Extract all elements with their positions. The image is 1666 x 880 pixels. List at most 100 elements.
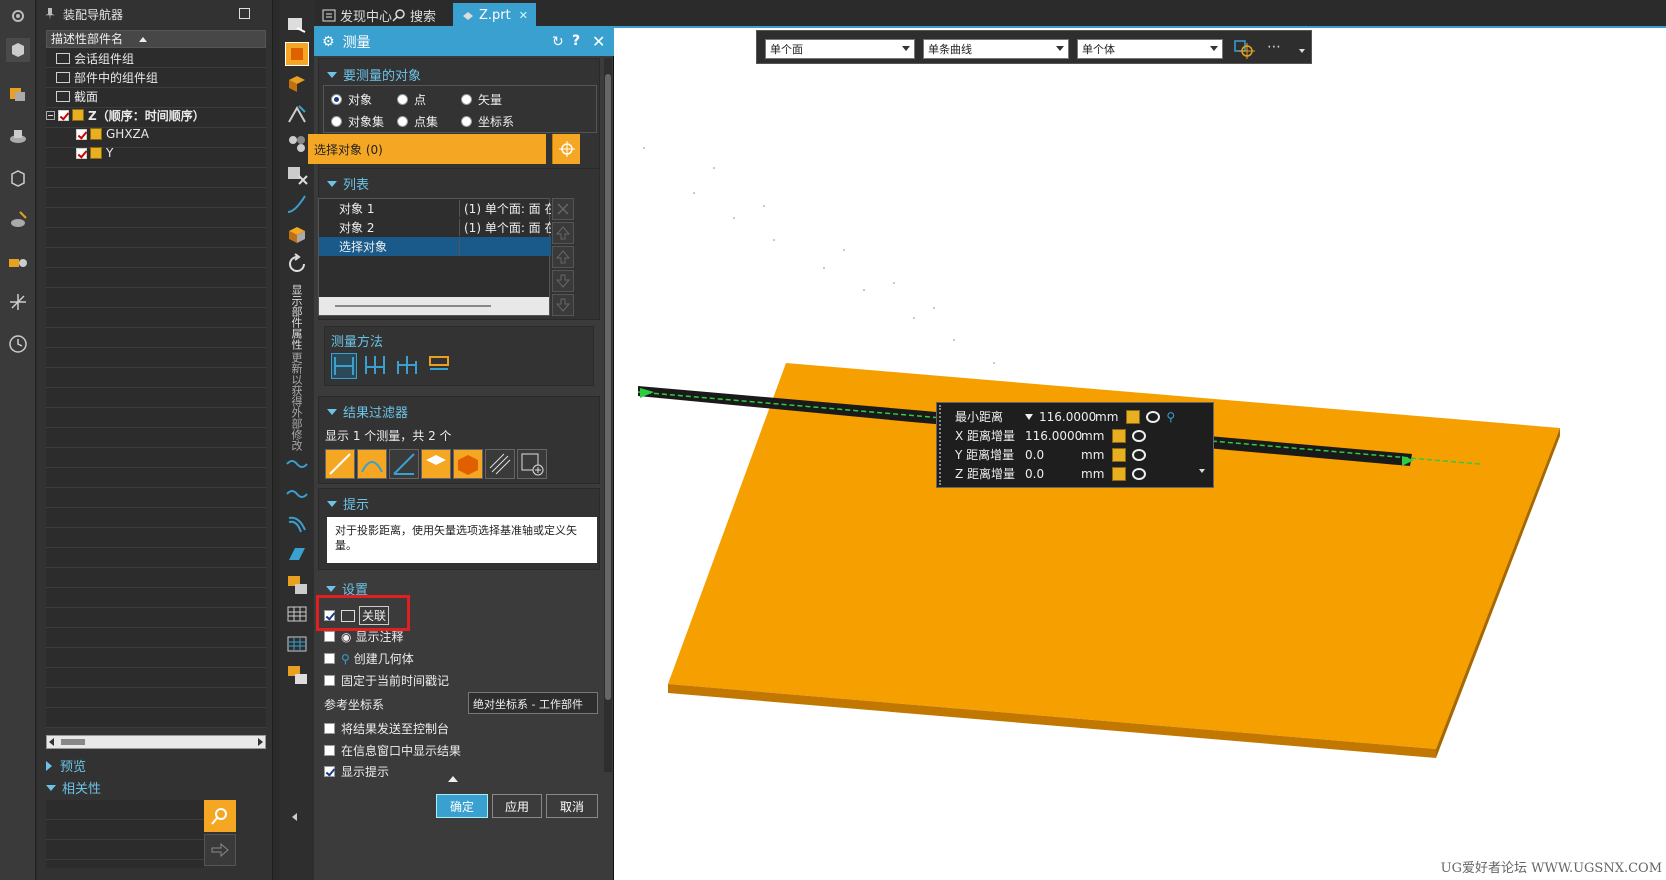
radio-object-set[interactable]: 对象集 <box>331 113 384 130</box>
filter-area-icon[interactable] <box>421 449 451 479</box>
cancel-button[interactable]: 取消 <box>546 794 598 818</box>
tree-node-sections[interactable]: 截面 <box>56 86 98 106</box>
filter-group-header[interactable]: 结果过滤器 <box>327 402 408 421</box>
part-list-icon[interactable] <box>285 662 309 686</box>
filter-angle-icon[interactable] <box>357 449 387 479</box>
list-item[interactable]: 选择对象 <box>319 237 551 256</box>
constraint-icon[interactable] <box>6 208 30 232</box>
visibility-checkbox[interactable] <box>58 109 69 121</box>
method-screen-button[interactable] <box>395 353 421 379</box>
reuse-library-icon[interactable] <box>6 124 30 148</box>
method-projected-button[interactable] <box>363 353 389 379</box>
filter-volume-icon[interactable] <box>453 449 483 479</box>
show-hint-checkbox[interactable]: 显示提示 <box>324 764 389 778</box>
expand-readout-icon[interactable] <box>1199 469 1205 473</box>
tree-node-y[interactable]: Y <box>76 143 113 163</box>
collapse-toolbar-icon[interactable] <box>290 812 314 836</box>
drag-handle[interactable] <box>939 405 945 485</box>
method-distance-button[interactable] <box>331 353 357 379</box>
table-icon[interactable] <box>285 602 309 626</box>
create-geometry-checkbox[interactable]: ⚲ 创建几何体 <box>324 650 414 667</box>
gear-icon[interactable]: ⚙ <box>322 34 335 50</box>
tree-node-part-groups[interactable]: 部件中的组件组 <box>56 67 158 87</box>
model-icon[interactable] <box>6 166 30 190</box>
close-tab-icon[interactable]: ✕ <box>519 9 528 22</box>
eye-icon[interactable] <box>1146 410 1161 423</box>
dependency-section[interactable]: 相关性 <box>46 778 101 797</box>
move-top-button[interactable] <box>552 222 574 244</box>
radio-point-set[interactable]: 点集 <box>397 113 438 130</box>
component-properties-icon[interactable] <box>285 72 309 96</box>
hint-group-header[interactable]: 提示 <box>327 494 369 513</box>
help-icon[interactable]: ? <box>572 33 580 49</box>
move-component-icon[interactable] <box>285 102 309 126</box>
assembly-navigator-icon[interactable] <box>6 38 30 62</box>
scroll-thumb[interactable] <box>335 305 491 307</box>
radio-csys[interactable]: 坐标系 <box>461 113 514 130</box>
assembly-constraints-icon[interactable] <box>285 132 309 156</box>
display-part-properties-label[interactable]: 显示部件属性 <box>288 284 304 350</box>
associative-icon[interactable] <box>1126 409 1141 424</box>
ok-button[interactable]: 确定 <box>436 794 488 818</box>
radio-object[interactable]: 对象 <box>331 91 372 108</box>
update-external-label[interactable]: 更新以获得外部修改 <box>288 352 304 451</box>
wave-curve-2-icon[interactable] <box>285 482 309 506</box>
visibility-checkbox[interactable] <box>76 147 87 159</box>
column-header[interactable]: 描述性部件名 <box>46 30 266 48</box>
next-button[interactable] <box>204 834 236 866</box>
tab-search[interactable]: 搜索 <box>384 3 444 27</box>
move-down-button[interactable] <box>552 270 574 292</box>
associative-icon[interactable] <box>1112 447 1127 462</box>
wave-curve-icon[interactable] <box>285 452 309 476</box>
eye-icon[interactable] <box>1132 429 1147 442</box>
measure-icon[interactable] <box>285 42 309 66</box>
roles-icon[interactable] <box>6 250 30 274</box>
list-hscroll[interactable] <box>319 297 549 315</box>
history-icon[interactable] <box>6 332 30 356</box>
filter-surface-icon[interactable] <box>485 449 515 479</box>
dialog-scrollbar[interactable] <box>604 58 612 772</box>
eye-icon[interactable] <box>1132 448 1147 461</box>
curve-icon[interactable] <box>285 192 309 216</box>
list-group-header[interactable]: 列表 <box>327 174 369 193</box>
tree-node-session-groups[interactable]: 会话组件组 <box>56 48 134 68</box>
component-table-icon[interactable] <box>285 572 309 596</box>
find-button[interactable] <box>204 800 236 832</box>
sweep-icon[interactable] <box>285 512 309 536</box>
scroll-left-icon[interactable] <box>49 738 54 746</box>
move-up-button[interactable] <box>552 246 574 268</box>
list-item[interactable]: 对象 2 (1) 单个面: 面 在 <box>319 218 551 237</box>
settings-icon[interactable] <box>6 4 30 28</box>
graphics-viewport[interactable]: 单个面 单条曲线 单个体 ⋯ 最小距离 116.0000 mm ⚲ X 距离增量 <box>614 28 1666 880</box>
associative-icon[interactable] <box>1112 428 1127 443</box>
filter-add-icon[interactable] <box>517 449 547 479</box>
method-length-button[interactable] <box>427 353 453 379</box>
pin-icon[interactable] <box>45 8 55 20</box>
move-bottom-button[interactable] <box>552 294 574 316</box>
tree-node-assembly-z[interactable]: − Z（顺序：时间顺序） <box>46 105 205 125</box>
objects-group-header[interactable]: 要测量的对象 <box>327 65 421 84</box>
preview-section[interactable]: 预览 <box>46 756 86 775</box>
associative-icon[interactable] <box>1112 466 1127 481</box>
associative-checkbox[interactable]: 关联 <box>324 606 390 625</box>
filter-radius-icon[interactable] <box>389 449 419 479</box>
filter-distance-icon[interactable] <box>325 449 355 479</box>
crosshair-button[interactable] <box>552 134 580 164</box>
show-annotation-checkbox[interactable]: ◉ 显示注释 <box>324 628 404 645</box>
send-console-checkbox[interactable]: 将结果发送至控制台 <box>324 720 449 737</box>
list-item[interactable]: 对象 1 (1) 单个面: 面 在 <box>319 199 551 218</box>
create-geometry-icon[interactable]: ⚲ <box>1166 410 1175 424</box>
part-navigator-icon[interactable] <box>6 82 30 106</box>
refresh-icon[interactable] <box>285 252 309 276</box>
close-icon[interactable]: ✕ <box>592 32 605 51</box>
scroll-thumb[interactable] <box>605 74 611 700</box>
tab-z-prt[interactable]: Z.prt ✕ <box>453 3 536 27</box>
remove-item-button[interactable] <box>552 198 574 220</box>
show-info-checkbox[interactable]: 在信息窗口中显示结果 <box>324 742 461 759</box>
maximize-icon[interactable] <box>239 8 250 19</box>
remove-component-icon[interactable] <box>285 162 309 186</box>
surface-grid-icon[interactable] <box>285 542 309 566</box>
csys-icon[interactable] <box>6 290 30 314</box>
apply-button[interactable]: 应用 <box>492 794 542 818</box>
expand-up-icon[interactable] <box>448 776 458 782</box>
